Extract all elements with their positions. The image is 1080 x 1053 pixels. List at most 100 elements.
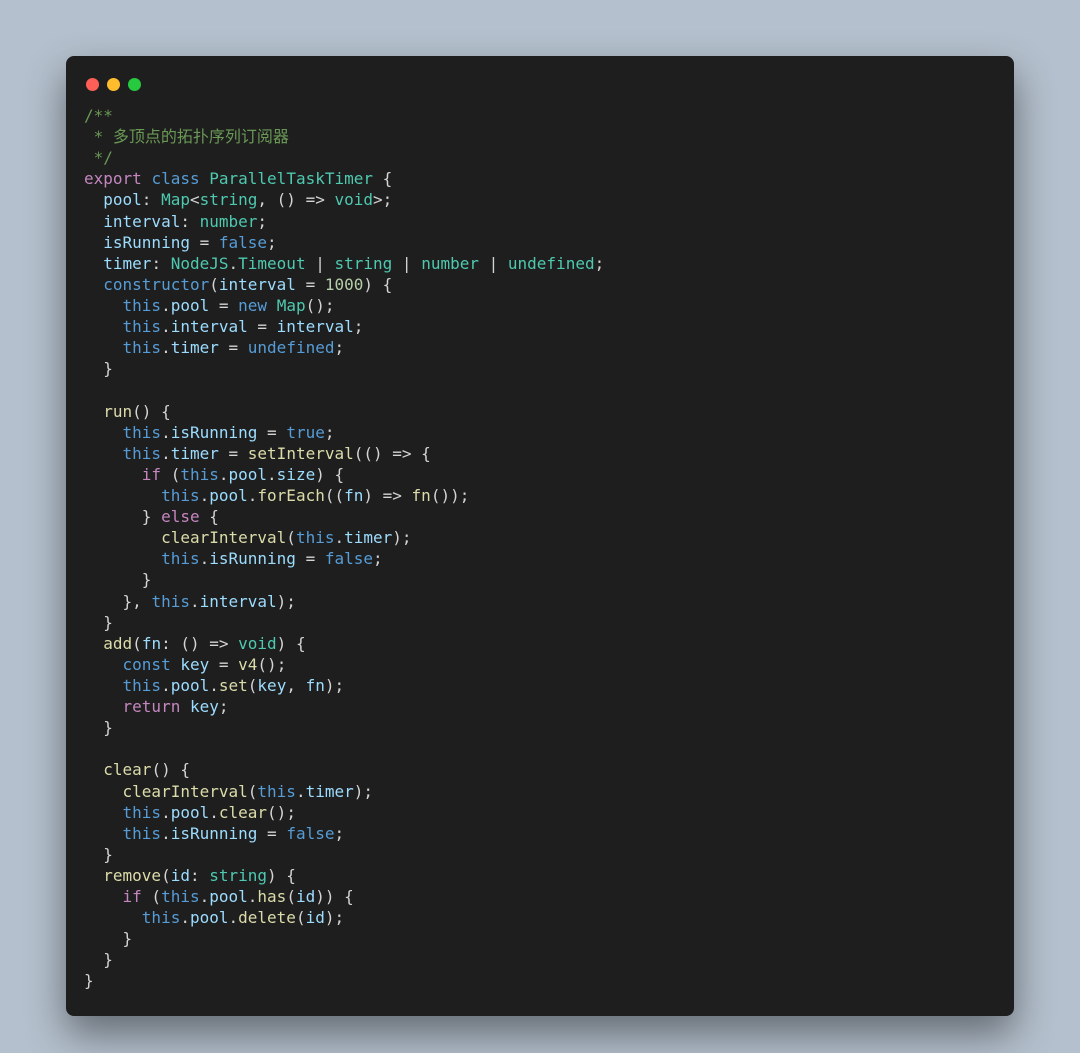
code-token: undefined: [248, 338, 335, 357]
code-token: .: [161, 444, 171, 463]
code-token: .: [161, 296, 171, 315]
code-token: this: [257, 782, 296, 801]
code-token: this: [123, 803, 162, 822]
code-token: this: [151, 592, 190, 611]
code-token: Map: [161, 190, 190, 209]
code-token: ParallelTaskTimer: [209, 169, 373, 188]
code-token: ) {: [267, 866, 296, 885]
code-token: ;: [595, 254, 605, 273]
code-window: /** * 多顶点的拓扑序列订阅器 */ export class Parall…: [66, 56, 1014, 1016]
code-token: }: [84, 613, 113, 632]
code-token: );: [325, 908, 344, 927]
code-token: <: [190, 190, 200, 209]
code-token: [84, 824, 123, 843]
code-token: [84, 444, 123, 463]
code-token: this: [123, 444, 162, 463]
code-token: [84, 760, 103, 779]
code-token: if: [123, 887, 142, 906]
code-token: this: [123, 824, 162, 843]
code-token: isRunning: [209, 549, 296, 568]
code-token: pool: [171, 676, 210, 695]
code-token: this: [123, 317, 162, 336]
code-token: has: [257, 887, 286, 906]
code-token: (: [248, 676, 258, 695]
code-token: fn: [306, 676, 325, 695]
code-token: id: [306, 908, 325, 927]
code-token: (() => {: [354, 444, 431, 463]
code-token: isRunning: [171, 423, 258, 442]
code-token: :: [190, 866, 209, 885]
code-token: ;: [267, 233, 277, 252]
code-token: :: [151, 254, 170, 273]
code-token: true: [286, 423, 325, 442]
code-token: (: [209, 275, 219, 294]
code-token: (: [161, 866, 171, 885]
code-token: return: [123, 697, 181, 716]
code-token: remove: [103, 866, 161, 885]
code-token: |: [306, 254, 335, 273]
code-token: key: [257, 676, 286, 695]
code-token: */: [84, 148, 113, 167]
code-token: forEach: [257, 486, 324, 505]
code-token: v4: [238, 655, 257, 674]
code-token: [84, 465, 142, 484]
code-token: class: [151, 169, 199, 188]
code-token: NodeJS: [171, 254, 229, 273]
code-token: |: [392, 254, 421, 273]
code-token: clearInterval: [161, 528, 286, 547]
code-token: }: [84, 570, 151, 589]
code-token: this: [123, 338, 162, 357]
code-token: ;: [373, 549, 383, 568]
code-token: .: [248, 887, 258, 906]
code-token: false: [219, 233, 267, 252]
code-token: .: [161, 338, 171, 357]
code-token: key: [180, 655, 209, 674]
code-token: (: [296, 908, 306, 927]
code-token: 1000: [325, 275, 364, 294]
code-token: isRunning: [103, 233, 190, 252]
code-token: [84, 782, 123, 801]
code-token: this: [180, 465, 219, 484]
code-token: [180, 697, 190, 716]
code-token: interval: [200, 592, 277, 611]
code-token: void: [334, 190, 373, 209]
code-token: pool: [171, 803, 210, 822]
code-token: [84, 528, 161, 547]
code-token: =: [219, 338, 248, 357]
code-token: ,: [286, 676, 305, 695]
code-token: ;: [354, 317, 364, 336]
code-token: :: [142, 190, 161, 209]
code-token: .: [200, 887, 210, 906]
code-token: Timeout: [238, 254, 305, 273]
code-token: .: [200, 486, 210, 505]
code-token: =: [296, 549, 325, 568]
code-token: clearInterval: [123, 782, 248, 801]
code-token: =: [257, 824, 286, 843]
close-icon[interactable]: [86, 78, 99, 91]
code-token: .: [161, 824, 171, 843]
code-token: ();: [267, 803, 296, 822]
minimize-icon[interactable]: [107, 78, 120, 91]
code-token: clear: [219, 803, 267, 822]
code-token: : () =>: [161, 634, 238, 653]
code-token: }: [84, 971, 94, 990]
code-token: );: [392, 528, 411, 547]
code-token: interval: [171, 317, 248, 336]
code-token: if: [142, 465, 161, 484]
code-token: id: [171, 866, 190, 885]
code-token: timer: [306, 782, 354, 801]
code-token: ();: [306, 296, 335, 315]
code-token: this: [296, 528, 335, 547]
code-token: [84, 190, 103, 209]
code-token: /**: [84, 106, 113, 125]
maximize-icon[interactable]: [128, 78, 141, 91]
code-token: else: [161, 507, 200, 526]
code-token: [84, 233, 103, 252]
code-token: [84, 655, 123, 674]
code-token: .: [161, 317, 171, 336]
code-token: timer: [103, 254, 151, 273]
window-titlebar: [84, 74, 996, 105]
code-token: [84, 254, 103, 273]
code-block: /** * 多顶点的拓扑序列订阅器 */ export class Parall…: [84, 105, 996, 992]
code-token: =: [257, 423, 286, 442]
